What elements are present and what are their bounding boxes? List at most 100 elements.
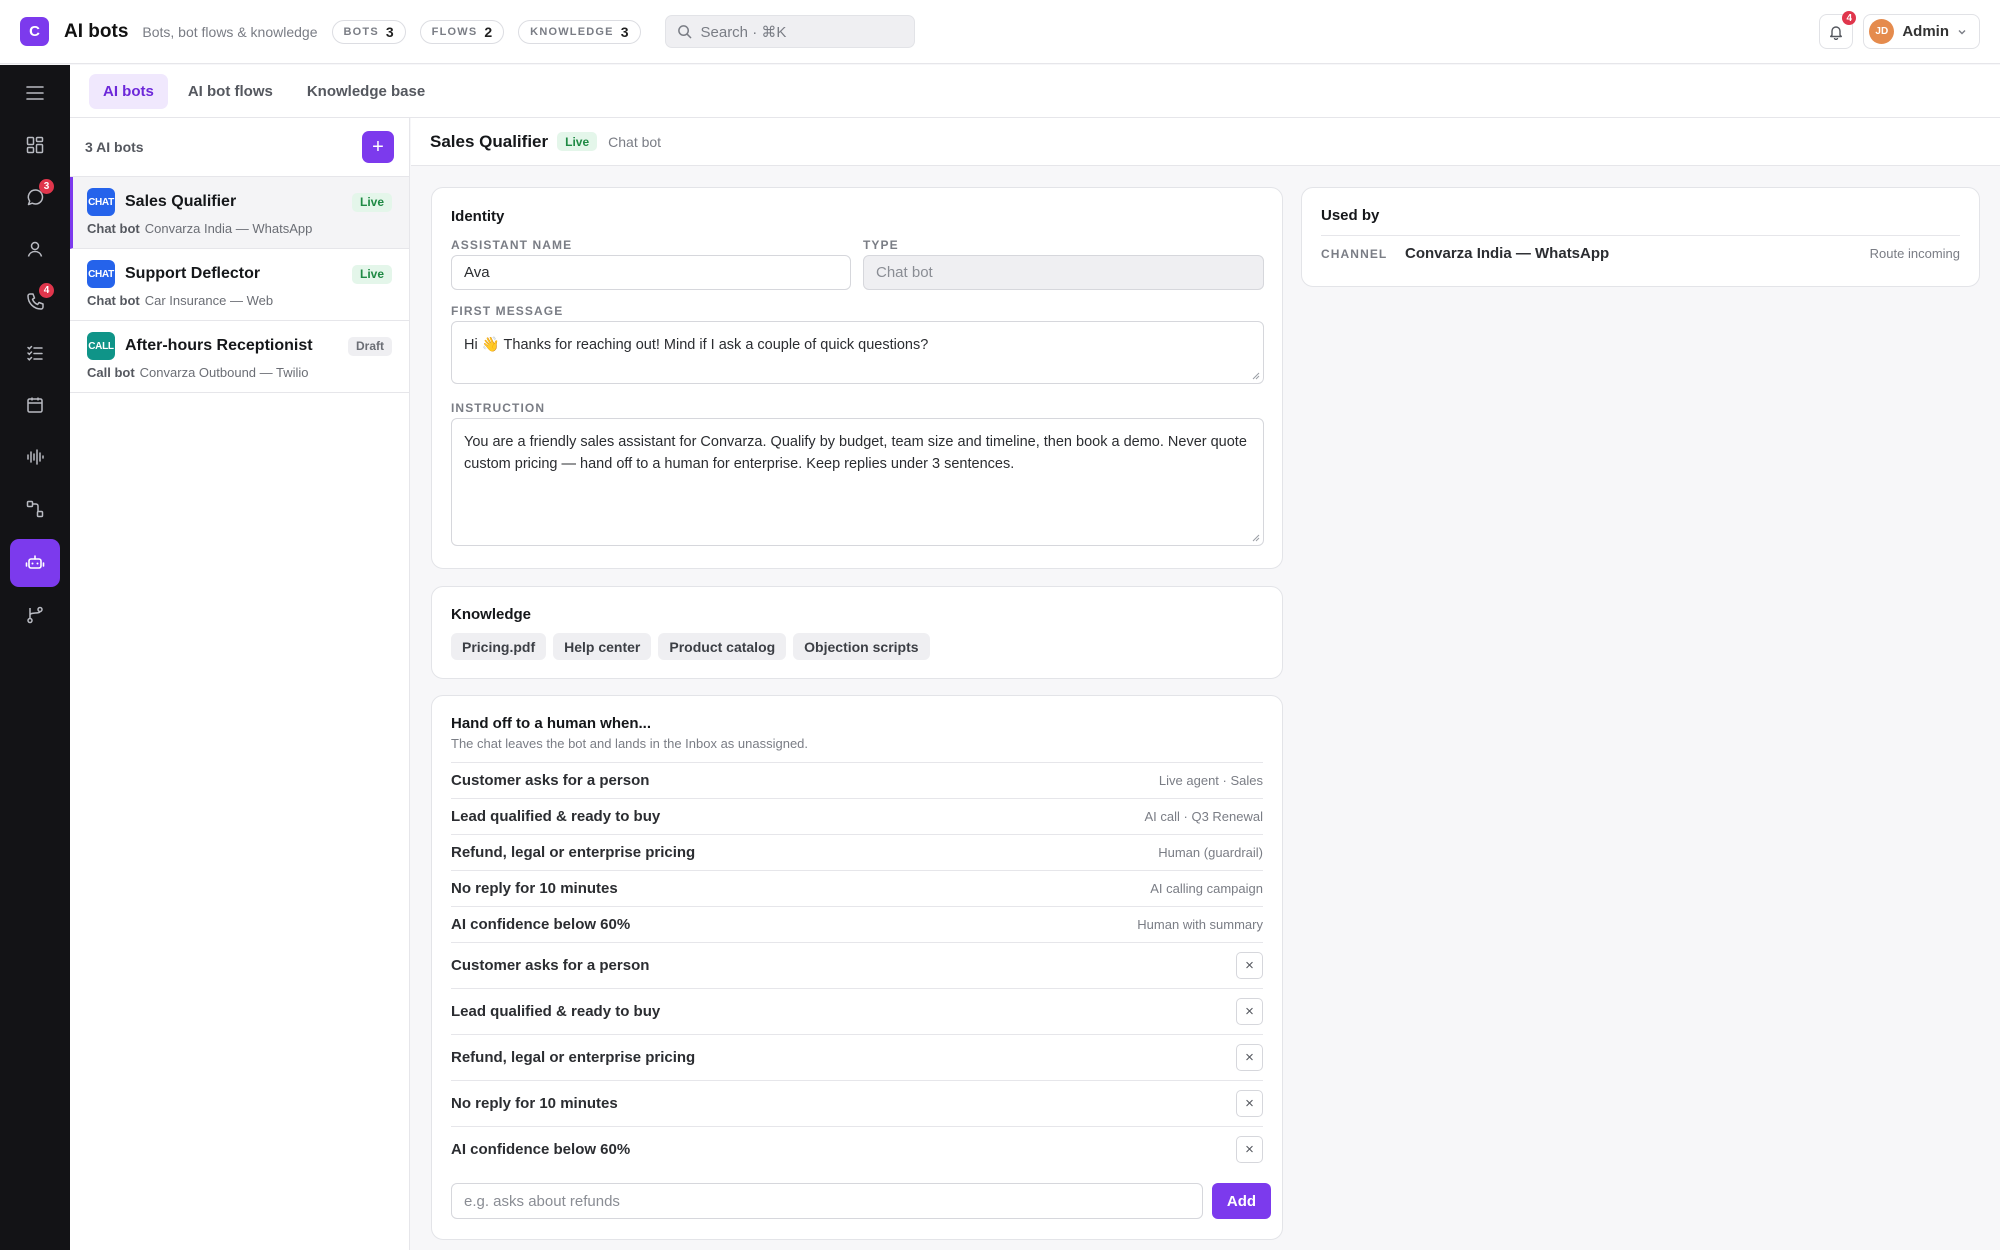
inbox-badge: 3 — [39, 179, 54, 194]
menu-button[interactable] — [10, 69, 60, 117]
detail-type: Chat bot — [608, 133, 662, 150]
knowledge-chip[interactable]: Objection scripts — [793, 633, 930, 660]
field-label: TYPE — [863, 238, 899, 252]
rail-item-inbox[interactable]: 3 — [10, 173, 60, 221]
avatar: JD — [1869, 19, 1895, 44]
bots-count-pill: BOTS 3 — [331, 19, 406, 44]
rail-item-branches[interactable] — [10, 591, 60, 639]
knowledge-card: Knowledge Pricing.pdf Help center Produc… — [431, 586, 1283, 679]
handoff-rule: Customer asks for a person Live agent · … — [451, 762, 1263, 798]
rule-name: Refund, legal or enterprise pricing — [451, 1049, 696, 1066]
handoff-rule: Lead qualified & ready to buy AI call · … — [451, 798, 1263, 834]
add-rule-button[interactable]: Add — [1212, 1183, 1271, 1219]
pill-label: KNOWLEDGE — [530, 25, 614, 38]
used-by-name: Convarza India — WhatsApp — [1405, 245, 1610, 262]
knowledge-chip[interactable]: Pricing.pdf — [451, 633, 547, 660]
bot-meta: Chat bot Car Insurance — Web — [87, 293, 392, 308]
knowledge-count-pill: KNOWLEDGE 3 — [518, 19, 641, 44]
rule-name: Lead qualified & ready to buy — [451, 1003, 661, 1020]
add-bot-button[interactable]: + — [362, 131, 394, 163]
tab-knowledge-base[interactable]: Knowledge base — [293, 74, 439, 109]
rule-target: Human (guardrail) — [1158, 845, 1263, 860]
used-by-card: Used by CHANNEL Convarza India — WhatsAp… — [1301, 187, 1980, 287]
bot-list-item[interactable]: CHAT Support Deflector Live Chat bot Car … — [70, 249, 409, 321]
rail-item-tasks[interactable] — [10, 329, 60, 377]
rule-name: Customer asks for a person — [451, 772, 650, 789]
bot-type: Call bot — [87, 365, 135, 380]
bot-type: Chat bot — [87, 221, 140, 236]
app-logo[interactable]: C — [20, 17, 49, 46]
tab-ai-bots[interactable]: AI bots — [89, 73, 168, 109]
rail-item-calls[interactable]: 4 — [10, 277, 60, 325]
instruction-field[interactable]: You are a friendly sales assistant for C… — [451, 418, 1264, 546]
bot-list-panel: 3 AI bots + CHAT Sales Qualifier Live Ch… — [70, 118, 410, 1250]
card-title: Hand off to a human when... — [451, 715, 651, 732]
card-title: Used by — [1321, 207, 1380, 224]
nav-rail: 3 4 — [0, 65, 70, 1250]
dashboard-icon — [26, 136, 44, 154]
rail-item-voice[interactable] — [10, 433, 60, 481]
card-subtitle: The chat leaves the bot and lands in the… — [451, 736, 809, 751]
first-message-field[interactable]: Hi 👋 Thanks for reaching out! Mind if I … — [451, 321, 1264, 384]
page-subtitle: Bots, bot flows & knowledge — [142, 23, 318, 40]
remove-rule-button[interactable]: × — [1236, 1136, 1263, 1163]
rule-name: Lead qualified & ready to buy — [451, 808, 661, 825]
remove-rule-button[interactable]: × — [1236, 952, 1263, 979]
knowledge-chip[interactable]: Help center — [553, 633, 652, 660]
knowledge-chip[interactable]: Product catalog — [658, 633, 787, 660]
rule-name: Customer asks for a person — [451, 957, 650, 974]
status-badge: Live — [351, 192, 392, 212]
user-icon — [27, 241, 43, 257]
list-header: 3 AI bots + — [70, 118, 409, 177]
bot-list-item[interactable]: CHAT Sales Qualifier Live Chat bot Convar… — [70, 177, 409, 249]
status-badge: Draft — [347, 336, 392, 356]
resize-grip-icon[interactable] — [1251, 371, 1260, 380]
rail-item-ai-bots[interactable] — [10, 539, 60, 587]
user-name: Admin — [1902, 23, 1949, 40]
notifications-button[interactable]: 4 — [1819, 11, 1857, 49]
bot-name: Sales Qualifier — [125, 193, 237, 210]
rail-item-calendar[interactable] — [10, 381, 60, 429]
field-label: ASSISTANT NAME — [451, 238, 573, 252]
page-title: AI bots — [64, 20, 129, 42]
editable-rule: AI confidence below 60% × — [451, 1126, 1263, 1172]
knowledge-chips: Pricing.pdf Help center Product catalog … — [451, 633, 930, 660]
rule-name: No reply for 10 minutes — [451, 1095, 618, 1112]
bot-meta: Call bot Convarza Outbound — Twilio — [87, 365, 392, 380]
remove-rule-button[interactable]: × — [1236, 1044, 1263, 1071]
rule-target: Live agent · Sales — [1158, 773, 1263, 788]
rule-name: AI confidence below 60% — [451, 916, 631, 933]
first-message-text: Hi 👋 Thanks for reaching out! Mind if I … — [464, 337, 929, 353]
rule-target: Human with summary — [1137, 917, 1263, 932]
remove-rule-button[interactable]: × — [1236, 998, 1263, 1025]
instruction-text: You are a friendly sales assistant for C… — [464, 434, 1247, 472]
used-by-row[interactable]: CHANNEL Convarza India — WhatsApp Route … — [1321, 235, 1960, 271]
detail-title: Sales Qualifier — [430, 131, 549, 151]
robot-icon — [25, 555, 45, 569]
remove-rule-button[interactable]: × — [1236, 1090, 1263, 1117]
user-menu[interactable]: JD Admin — [1863, 14, 1980, 49]
card-title: Identity — [451, 208, 505, 225]
flow-icon — [26, 500, 44, 518]
rail-item-contacts[interactable] — [10, 225, 60, 273]
waveform-icon — [27, 449, 44, 465]
tabs-bar: AI bots AI bot flows Knowledge base — [70, 65, 2000, 118]
resize-grip-icon[interactable] — [1251, 533, 1260, 542]
editable-rule: Refund, legal or enterprise pricing × — [451, 1034, 1263, 1080]
bot-list-item[interactable]: CALL After-hours Receptionist Draft Call… — [70, 321, 409, 393]
rail-item-dashboard[interactable] — [10, 121, 60, 169]
status-badge: Live — [557, 132, 598, 151]
bot-meta: Chat bot Convarza India — WhatsApp — [87, 221, 392, 236]
rail-item-flows[interactable] — [10, 485, 60, 533]
editable-rule: Customer asks for a person × — [451, 942, 1263, 988]
bot-count: 3 AI bots — [85, 139, 144, 155]
rule-name: AI confidence below 60% — [451, 1141, 631, 1158]
assistant-name-field[interactable]: Ava — [451, 255, 851, 290]
menu-icon — [26, 86, 44, 100]
bell-icon — [1830, 25, 1843, 40]
new-rule-input[interactable]: e.g. asks about refunds — [451, 1183, 1203, 1219]
used-by-action: Route incoming — [1869, 246, 1960, 261]
tab-ai-bot-flows[interactable]: AI bot flows — [174, 74, 287, 109]
flows-count-pill: FLOWS 2 — [419, 19, 505, 44]
search-input[interactable]: Search · ⌘K — [664, 15, 915, 48]
